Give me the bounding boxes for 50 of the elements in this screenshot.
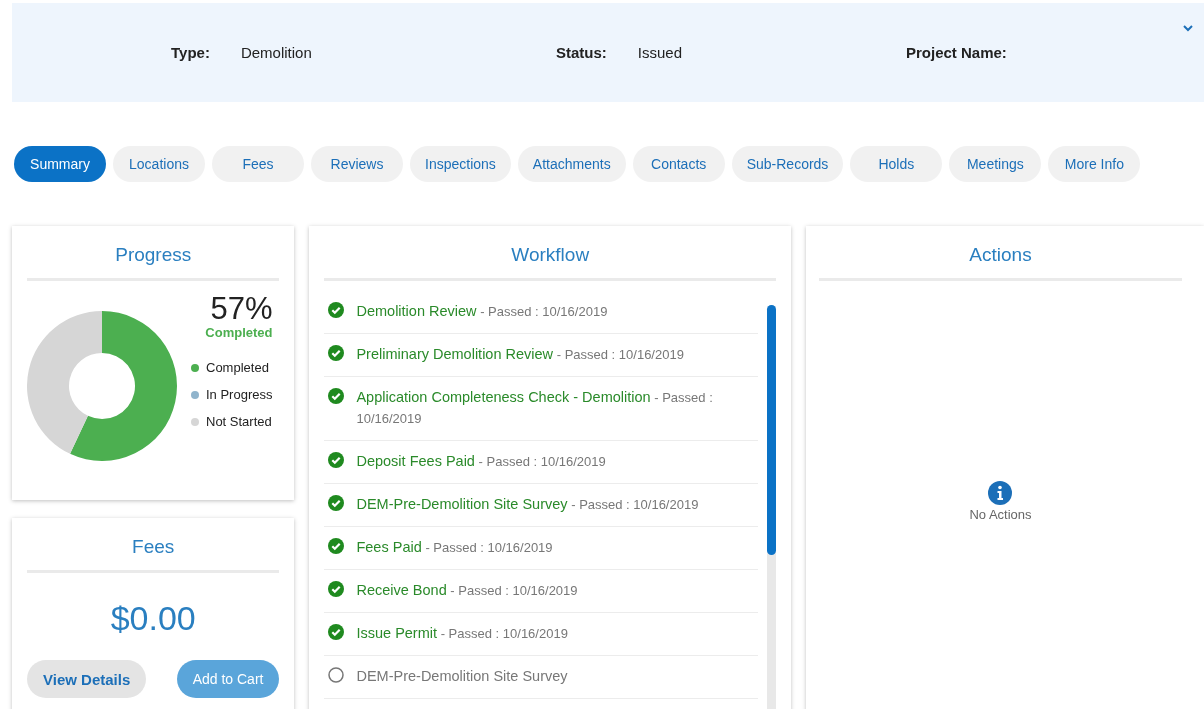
check-circle-icon [328,388,345,404]
info-icon [988,481,1013,505]
empty-message: No Actions [969,507,1032,522]
workflow-step[interactable]: DEM-Pre-Demolition Site Survey - Passed : 10/16/2019 [356,494,699,515]
check-circle-icon [328,581,345,597]
tab[interactable]: Reviews [311,146,403,182]
field-label: Type: [171,44,210,61]
workflow-step[interactable]: Fees Paid - Passed : 10/16/2019 [356,537,553,558]
percent-value: 57% [210,291,273,327]
view-details-button[interactable]: View Details [27,660,147,698]
workflow-step[interactable]: DEM-Pre-Demolition Site Survey [356,666,568,687]
legend-label: Completed [206,360,269,375]
chevron-down-icon[interactable] [1182,23,1194,33]
field-value: Issued [637,44,683,61]
tab[interactable]: Locations [113,146,205,182]
tab[interactable]: Summary [14,146,106,182]
card-title: Actions [819,226,1182,281]
workflow-step[interactable]: Application Completeness Check - Demolition - Passed : 10/16/2019 [356,387,754,429]
legend-label: Not Started [206,414,272,429]
field-label: Status: [556,44,607,61]
field-value: Demolition [240,44,312,61]
check-circle-icon [328,495,345,511]
workflow-step[interactable]: Preliminary Demolition Review - Passed : 10/16/2019 [356,344,684,365]
check-circle-icon [328,538,345,554]
check-circle-icon [328,624,345,640]
tab[interactable]: Holds [850,146,943,182]
card-title: Progress [27,226,280,281]
tab[interactable]: Fees [212,146,304,182]
workflow-step[interactable]: Demolition Review - Passed : 10/16/2019 [356,301,608,322]
tab[interactable]: Attachments [517,146,626,182]
field-label: Project Name: [906,44,1007,61]
check-circle-icon [328,345,345,361]
percent-caption: Completed [205,325,273,340]
legend-label: In Progress [206,387,273,402]
fee-amount: $0.00 [109,599,197,638]
add-to-cart-button[interactable]: Add to Cart [176,660,280,698]
tab[interactable]: Sub-Records [731,146,844,182]
tab[interactable]: Contacts [632,146,725,182]
empty-circle-icon [328,667,345,683]
check-circle-icon [328,452,345,468]
card-title: Fees [27,518,280,573]
tab[interactable]: Inspections [410,146,511,182]
check-circle-icon [328,302,345,318]
tab[interactable]: More Info [1048,146,1141,182]
workflow-step[interactable]: Issue Permit - Passed : 10/16/2019 [356,623,568,644]
tab[interactable]: Meetings [949,146,1042,182]
scrollbar-thumb[interactable] [767,305,776,555]
workflow-step[interactable]: Receive Bond - Passed : 10/16/2019 [356,580,578,601]
card-title: Workflow [324,226,776,281]
workflow-step[interactable]: Deposit Fees Paid - Passed : 10/16/2019 [356,451,606,472]
